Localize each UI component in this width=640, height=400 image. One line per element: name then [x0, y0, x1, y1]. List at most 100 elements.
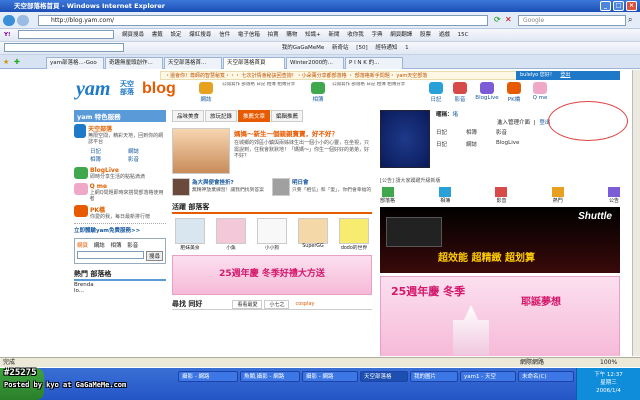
toolbar-item[interactable]: 購物 [286, 29, 297, 41]
tab[interactable]: 奇趣無厘頭創作... [105, 57, 163, 69]
search-input[interactable]: Google [518, 15, 626, 26]
sidebar-item[interactable]: BlogLive 即時分享生活的點點滴滴 [74, 167, 166, 180]
blogger-card[interactable]: 小魚 [213, 218, 249, 251]
toolbar-item[interactable]: 知識+ [305, 29, 321, 41]
shortcut[interactable]: 相簿 [439, 187, 452, 204]
sidebar-link[interactable]: 相簿 [90, 155, 128, 163]
shortcut[interactable]: 熱門 [551, 187, 564, 204]
blogger-card[interactable]: 小小狗 [254, 218, 290, 251]
quick-link[interactable]: 相簿 [466, 128, 496, 136]
tab-active[interactable]: 天空部落格首頁 [223, 57, 285, 69]
feature-photo[interactable] [172, 128, 230, 174]
toolbar-item[interactable]: 收你我 [347, 29, 364, 41]
toolbar-item[interactable]: 電子信箱 [238, 29, 260, 41]
clock-time[interactable]: 下午 12:37 [577, 371, 640, 379]
taskbar-item[interactable]: 未命名(C) [518, 371, 574, 382]
nav-album[interactable]: 相簿 [308, 82, 328, 103]
quick-link[interactable]: 日記 [436, 140, 466, 148]
taskbar-item[interactable]: 攝影 - 網路 [302, 371, 358, 382]
taskbar-item[interactable]: 魚類,攝影 - 網路 [240, 371, 300, 382]
toolbar-item[interactable]: 新聞 [328, 29, 339, 41]
shortcut[interactable]: 影音 [495, 187, 508, 204]
top-notice[interactable]: ・還會你！尊師的智慧秘笈・・・ 七次計情會秘訣回查詢！・小朵萬分享都部落格 ・ … [165, 73, 427, 79]
forward-icon[interactable] [17, 15, 29, 26]
toolbar-item[interactable]: 網頁搜尋 [122, 29, 144, 41]
sidebar-link[interactable]: 日記 [90, 147, 128, 155]
nickname-value[interactable]: 堵 [453, 112, 459, 118]
find-tab[interactable]: 小七之 [264, 299, 290, 309]
taskbar-item[interactable]: yam1 - 天空 [460, 371, 516, 382]
vertical-scrollbar[interactable] [632, 70, 640, 356]
find-tab[interactable]: 看看最愛 [232, 299, 263, 309]
blogger-card[interactable]: dodo的世界 [336, 218, 372, 251]
feature-article[interactable]: 媽媽～新生一個親親寶寶，好不好？ 在城鄉的郊區小鎮與兩姊妹生出一個小小的心靈，在… [172, 128, 372, 174]
toolbar-item[interactable]: 字典 [372, 29, 383, 41]
search-tab[interactable]: 網頁 [77, 243, 88, 249]
toolbar-item[interactable]: 書籤 [152, 29, 163, 41]
sidebar-promo-link[interactable]: 立即體驗yam免費服務>> [74, 223, 166, 234]
disney-banner-large[interactable]: 25週年慶 冬季 耶誕夢想 [380, 276, 620, 356]
tab[interactable]: 天空部落格首... [164, 57, 222, 69]
sidebar-link[interactable]: 網誌 [128, 147, 166, 155]
user-avatar[interactable] [380, 110, 430, 168]
tab[interactable]: Winter2000的... [286, 57, 344, 69]
shortcut[interactable]: 部落格 [380, 187, 395, 204]
nav-diary[interactable]: 日記 [428, 82, 444, 103]
close-icon[interactable]: × [626, 1, 637, 11]
main-tab[interactable]: 旅玩記錄 [205, 110, 238, 122]
main-tab[interactable]: 編輯推薦 [271, 110, 304, 122]
shuttle-ad-banner[interactable]: Shuttle 超效能 超精緻 超划算 [380, 207, 620, 273]
popular-item[interactable]: lo... [74, 288, 166, 294]
sidebar-item[interactable]: Q me 上網Q問題即時來搭問部落格使用者 [74, 183, 166, 202]
find-tab[interactable]: cosplay [291, 301, 318, 307]
minimize-icon[interactable]: _ [600, 1, 611, 11]
blogger-card[interactable]: 肥妹美食 [172, 218, 208, 251]
toolbar-item[interactable]: 股票 [420, 29, 431, 41]
article-title[interactable]: 為大與便會挫折? [192, 178, 264, 186]
toolbar-item[interactable]: 拍賣 [268, 29, 279, 41]
search-tab[interactable]: 相簿 [111, 243, 122, 249]
toolbar2-item[interactable]: 經特通知 [375, 42, 397, 54]
toolbar2-item[interactable]: 新奇站 [332, 42, 349, 54]
nav-qme[interactable]: Q me [530, 82, 550, 101]
maximize-icon[interactable]: □ [613, 1, 624, 11]
back-icon[interactable] [3, 15, 15, 26]
favorites-star-icon[interactable]: ★ [3, 58, 11, 66]
toolbar-search-input[interactable] [18, 30, 115, 39]
yam-blog-logo[interactable]: yam 天空 部落 blog [76, 78, 186, 106]
taskbar-item[interactable]: 我的圖片 [410, 371, 458, 382]
add-favorite-icon[interactable]: ✚ [14, 58, 22, 66]
toolbar-item[interactable]: 網頁翻譯 [390, 29, 412, 41]
notice-text[interactable]: [公告] 請大家踴躍升級新版 [380, 177, 620, 184]
sidebar-item[interactable]: PK橋 你愛的我，每日最新排行榜 [74, 205, 166, 220]
nav-video[interactable]: 影音 [452, 82, 468, 103]
sidebar-search-button[interactable]: 搜尋 [145, 251, 163, 261]
sidebar-link[interactable]: 影音 [128, 155, 166, 163]
sidebar-item[interactable]: 天空部落 無限空間，精彩天地，回到你的網誌平台 [74, 124, 166, 145]
quick-link[interactable]: 網誌 [466, 140, 496, 148]
article-item[interactable]: 為大與便會挫折? 無精神放棄練習！讓我們找到答案 [172, 178, 272, 196]
zoom-level[interactable]: 100% [600, 358, 617, 367]
toolbar-item[interactable]: 設定 [171, 29, 182, 41]
nav-pk[interactable]: PK橋 [504, 82, 524, 103]
taskbar-item[interactable]: 攝影 - 網路 [178, 371, 238, 382]
manage-link[interactable]: 進入管理介面 [497, 120, 530, 126]
nav-journal[interactable]: 網誌 [196, 82, 216, 103]
main-tab[interactable]: 品味美食 [172, 110, 205, 122]
toolbar2-item[interactable]: 我的GaGaMeMe [282, 42, 325, 54]
tab[interactable]: P I N K 的... [345, 57, 403, 69]
tab[interactable]: yam部落格...-Goo [46, 57, 104, 69]
address-input[interactable]: http://blog.yam.com/ [38, 15, 488, 26]
stop-icon[interactable]: ✕ [505, 15, 515, 26]
toolbar-item[interactable]: 信件 [219, 29, 230, 41]
toolbar-item[interactable]: 爆紅搜尋 [189, 29, 211, 41]
toolbar2-search-input[interactable] [4, 43, 124, 52]
search-tab[interactable]: 影音 [127, 243, 138, 249]
shortcut[interactable]: 公告 [607, 187, 620, 204]
quick-link[interactable]: 影音 [496, 128, 526, 136]
feature-title[interactable]: 媽媽～新生一個親親寶寶，好不好？ [234, 128, 372, 138]
article-title[interactable]: 明日會 [292, 178, 371, 186]
top-logout-link[interactable]: 登出 [560, 72, 570, 78]
quick-link[interactable]: BlogLive [496, 140, 526, 148]
search-tab[interactable]: 網誌 [94, 243, 105, 249]
